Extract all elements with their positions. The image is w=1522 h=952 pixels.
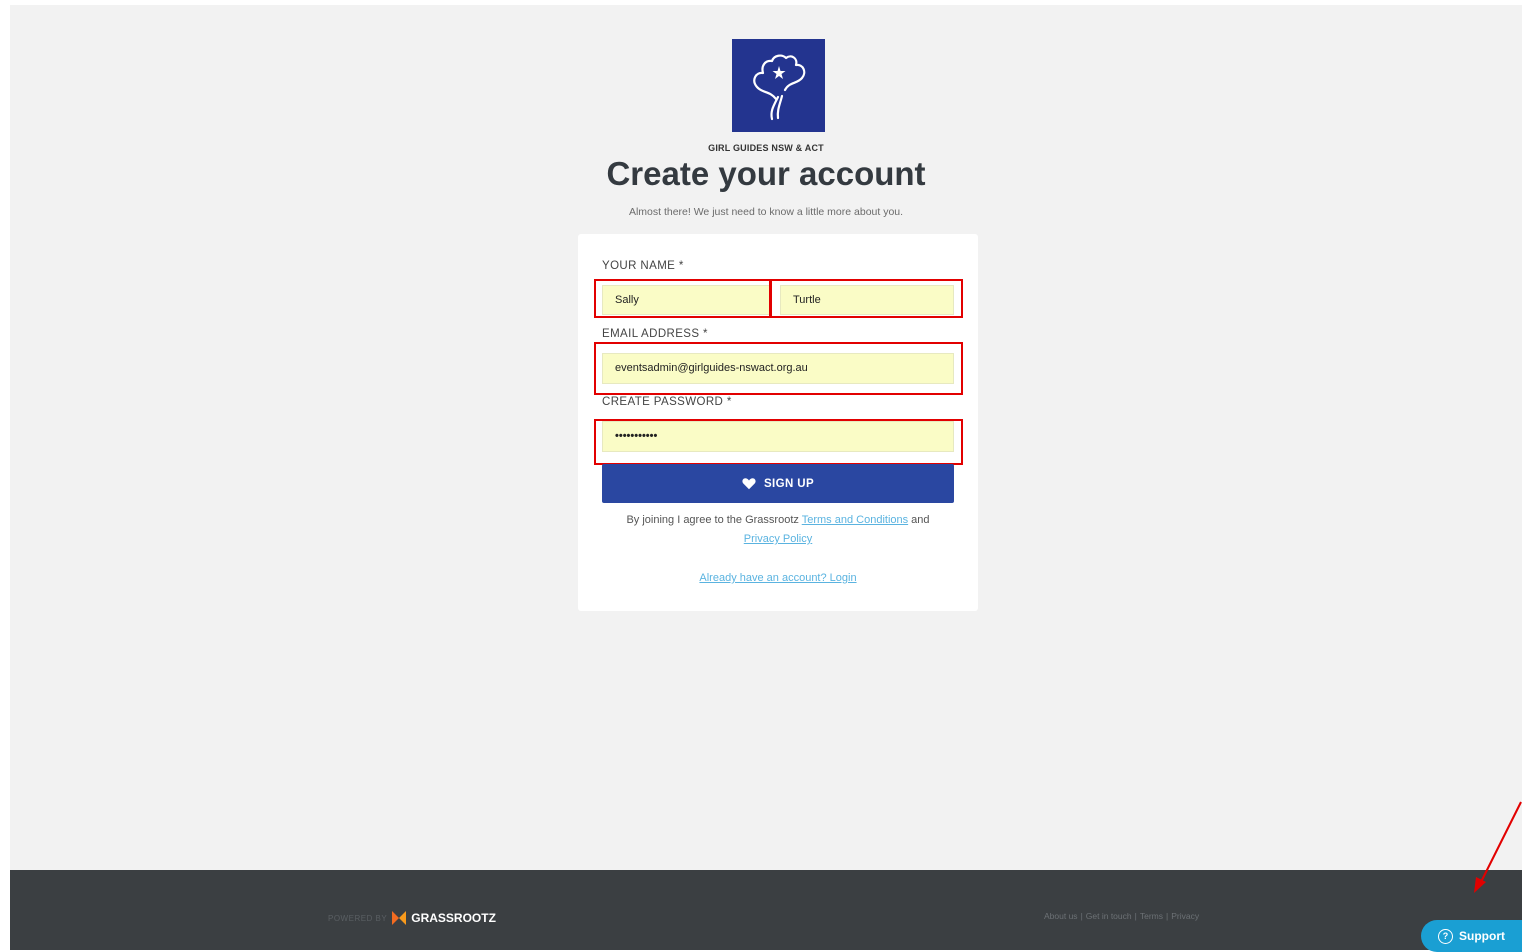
email-input[interactable]: eventsadmin@girlguides-nswact.org.au [602,353,954,384]
footer-link-privacy[interactable]: Privacy [1171,911,1199,921]
terms-text: By joining I agree to the Grassrootz Ter… [602,511,954,549]
support-button[interactable]: ? Support [1421,920,1522,952]
girl-guides-trefoil-logo [732,39,825,132]
footer-link-contact[interactable]: Get in touch [1086,911,1132,921]
password-input[interactable]: ••••••••••• [602,421,954,452]
grassrootz-brand: GRASSROOTZ [411,911,496,925]
first-name-input[interactable]: Sally [602,285,770,315]
trefoil-icon [753,54,806,121]
sign-up-button[interactable]: SIGN UP [602,464,954,503]
your-name-label: YOUR NAME * [602,260,684,272]
powered-by: POWERED BY GRASSROOTZ [328,910,496,926]
privacy-policy-link[interactable]: Privacy Policy [744,533,812,545]
organisation-name: GIRL GUIDES NSW & ACT [708,143,824,153]
email-label: EMAIL ADDRESS * [602,328,708,340]
annotation-arrow [1474,801,1522,893]
support-label: Support [1459,929,1505,943]
page-subtitle: Almost there! We just need to know a lit… [628,206,904,218]
sign-up-label: SIGN UP [763,477,815,490]
terms-and-conditions-link[interactable]: Terms and Conditions [802,514,908,526]
login-row: Already have an account? Login [578,572,978,584]
terms-and: and [908,514,930,526]
grassrootz-logo-icon [392,911,407,925]
question-circle-icon: ? [1438,928,1453,944]
powered-by-label: POWERED BY [328,913,388,923]
footer-links: About us | Get in touch | Terms | Privacy [1044,911,1200,921]
footer-link-terms[interactable]: Terms [1140,911,1163,921]
terms-prefix: By joining I agree to the Grassrootz [626,514,802,526]
footer: POWERED BY GRASSROOTZ About us | Get in to… [10,870,1522,950]
login-link[interactable]: Already have an account? Login [699,572,856,584]
page-title: Create your account [606,155,926,192]
page-background: GIRL GUIDES NSW & ACT Create your accoun… [10,5,1522,870]
signup-card: YOUR NAME * Sally Turtle EMAIL ADDRESS *… [578,234,978,611]
last-name-input[interactable]: Turtle [780,285,954,315]
password-label: CREATE PASSWORD * [602,396,732,408]
footer-link-about[interactable]: About us [1044,911,1078,921]
heart-icon [742,478,756,490]
